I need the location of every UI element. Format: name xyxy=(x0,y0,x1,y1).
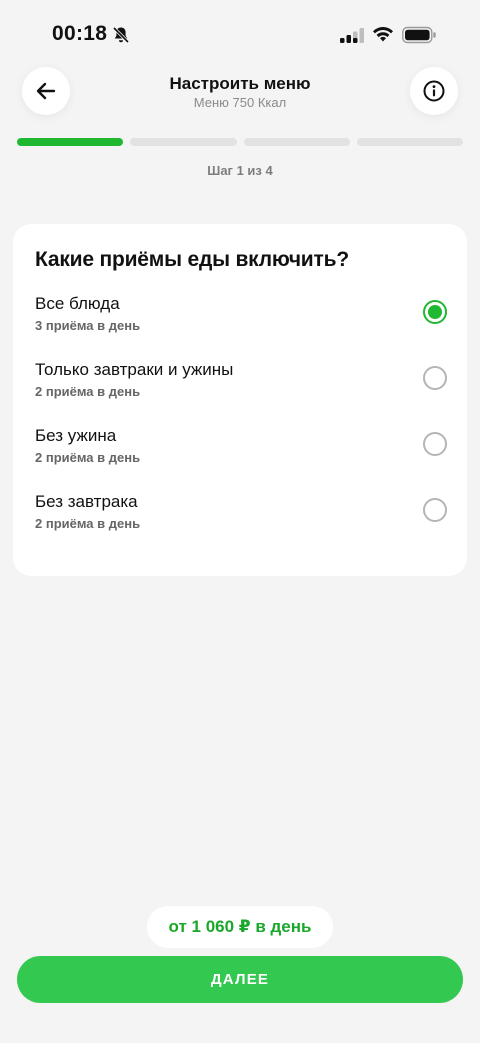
progress-segment-3 xyxy=(243,138,350,146)
info-button[interactable] xyxy=(410,67,458,115)
progress-segment-4 xyxy=(356,138,463,146)
option-no-dinner[interactable]: Без ужина 2 приёма в день xyxy=(35,426,447,476)
wifi-icon xyxy=(373,26,393,42)
option-subtitle: 3 приёма в день xyxy=(35,318,141,333)
signal-icon xyxy=(340,28,364,43)
screen: 00:18 Настроить меню Меню 750 Ккал Шаг 1… xyxy=(0,0,480,1043)
option-subtitle: 2 приёма в день xyxy=(35,516,141,531)
option-label: Без завтрака xyxy=(35,492,138,511)
option-all-dishes[interactable]: Все блюда 3 приёма в день xyxy=(35,294,447,344)
radio-button[interactable] xyxy=(423,432,447,456)
page-subtitle: Меню 750 Ккал xyxy=(193,95,287,110)
progress-segment-2 xyxy=(130,138,237,146)
option-subtitle: 2 приёма в день xyxy=(35,450,141,465)
meal-options-card: Какие приёмы еды включить? Все блюда 3 п… xyxy=(13,224,467,576)
radio-button[interactable] xyxy=(423,366,447,390)
option-no-breakfast[interactable]: Без завтрака 2 приёма в день xyxy=(35,492,447,542)
radio-button[interactable] xyxy=(423,498,447,522)
option-subtitle: 2 приёма в день xyxy=(35,384,141,399)
step-label: Шаг 1 из 4 xyxy=(207,163,273,178)
progress-segment-1 xyxy=(17,138,124,146)
step-progress-bar xyxy=(17,138,463,146)
bell-slash-icon xyxy=(112,26,130,44)
option-label: Без ужина xyxy=(35,426,117,445)
status-bar: 00:18 xyxy=(0,0,480,70)
option-breakfast-dinner[interactable]: Только завтраки и ужины 2 приёма в день xyxy=(35,360,447,410)
status-time: 00:18 xyxy=(52,22,108,45)
page-title: Настроить меню xyxy=(169,74,311,93)
card-title: Какие приёмы еды включить? xyxy=(35,248,349,271)
option-label: Только завтраки и ужины xyxy=(35,360,234,379)
info-icon xyxy=(423,80,445,102)
option-label: Все блюда xyxy=(35,294,120,313)
battery-icon xyxy=(402,26,436,44)
price-badge: от 1 060 ₽ в день xyxy=(147,906,333,948)
next-button[interactable]: ДАЛЕЕ xyxy=(17,956,463,1003)
radio-button[interactable] xyxy=(423,300,447,324)
